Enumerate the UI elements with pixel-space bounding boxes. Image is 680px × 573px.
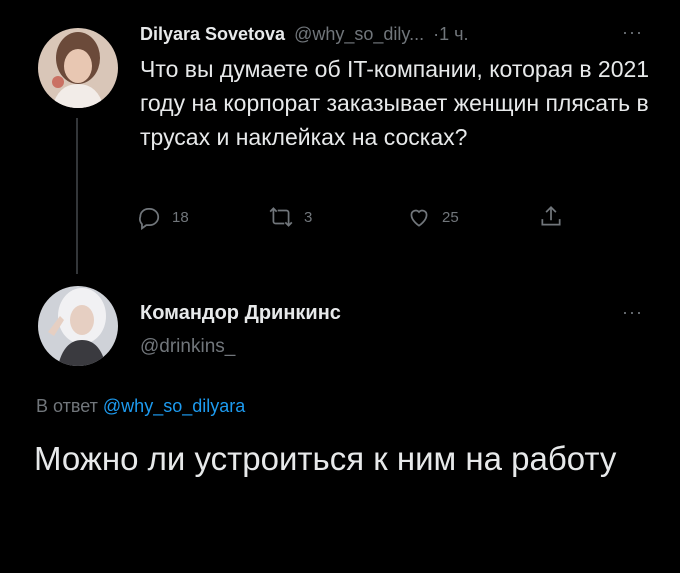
reply-author-handle[interactable]: @drinkins_ (140, 336, 235, 358)
retweet-count: 3 (304, 208, 313, 226)
reply-to-prefix: В ответ (36, 396, 98, 416)
like-action[interactable]: 25 (406, 204, 459, 230)
parent-more-button[interactable]: ··· (622, 22, 643, 43)
thread-connector-line (76, 118, 78, 274)
reply-count: 18 (172, 208, 189, 226)
reply-more-button[interactable]: ··· (622, 302, 643, 323)
parent-author-avatar[interactable] (38, 28, 118, 108)
parent-author-name[interactable]: Dilyara Sovetova (140, 24, 285, 44)
reply-icon (139, 208, 160, 230)
parent-tweet-time[interactable]: ·1 ч. (433, 24, 468, 44)
parent-tweet-text: Что вы думаете об IT-компании, которая в… (140, 56, 650, 150)
retweet-action[interactable]: 3 (268, 204, 312, 230)
parent-tweet-header: Dilyara Sovetova @why_so_dily... ·1 ч. (140, 24, 469, 45)
parent-author-handle[interactable]: @why_so_dily... (294, 24, 424, 44)
like-count: 25 (442, 208, 459, 226)
reply-to-handle-link[interactable]: @why_so_dilyara (103, 396, 245, 416)
share-icon (541, 206, 561, 226)
reply-author-avatar[interactable] (38, 286, 118, 366)
share-action[interactable] (538, 204, 564, 230)
reply-tweet-text: Можно ли устроиться к ним на работу (34, 440, 617, 477)
like-icon (410, 209, 428, 227)
reply-to-line: В ответ @why_so_dilyara (36, 396, 245, 417)
reply-action[interactable]: 18 (136, 204, 189, 230)
retweet-icon (269, 207, 293, 227)
reply-author-name[interactable]: Командор Дринкинс (140, 302, 341, 325)
